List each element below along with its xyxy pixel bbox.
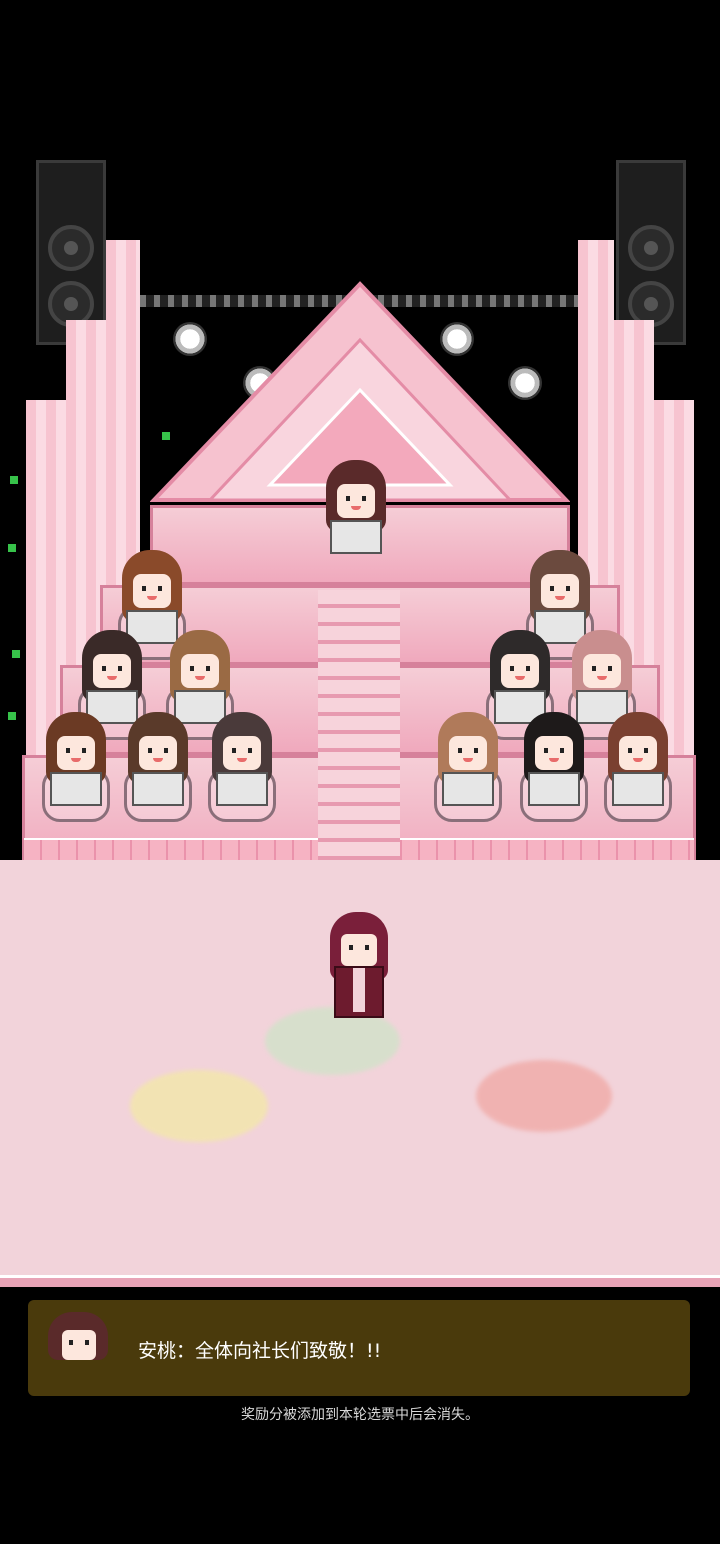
member-face bbox=[535, 736, 573, 770]
game-stage[interactable] bbox=[0, 0, 720, 1290]
right-speaker bbox=[616, 160, 686, 345]
idol-member[interactable] bbox=[36, 712, 116, 822]
member-face bbox=[57, 736, 95, 770]
left-speaker bbox=[36, 160, 106, 345]
avatar-face bbox=[62, 1330, 96, 1360]
dialog-box[interactable]: 安桃：全体向社长们致敬！!! bbox=[28, 1300, 690, 1396]
green-light-dot bbox=[8, 712, 16, 720]
green-light-dot bbox=[8, 544, 16, 552]
member-face bbox=[583, 654, 621, 688]
center-member-antao[interactable] bbox=[316, 460, 396, 570]
ceo-coat bbox=[334, 966, 384, 1018]
speaker-cone bbox=[628, 225, 674, 271]
member-face bbox=[223, 736, 261, 770]
member-face bbox=[449, 736, 487, 770]
idol-member[interactable] bbox=[428, 712, 508, 822]
speaker-avatar bbox=[44, 1312, 116, 1376]
green-light-dot bbox=[10, 476, 18, 484]
green-light-dot bbox=[12, 650, 20, 658]
member-face bbox=[181, 654, 219, 688]
member-body bbox=[330, 520, 382, 554]
reward-notice: 奖励分被添加到本轮选票中后会消失。 bbox=[241, 1407, 479, 1423]
member-face bbox=[337, 484, 375, 518]
dialog-text: 安桃：全体向社长们致敬！!! bbox=[138, 1340, 382, 1362]
idol-member[interactable] bbox=[118, 712, 198, 822]
member-body bbox=[50, 772, 102, 806]
member-body bbox=[612, 772, 664, 806]
floor-spotlight-yellow bbox=[130, 1070, 268, 1142]
member-face bbox=[619, 736, 657, 770]
member-face bbox=[501, 654, 539, 688]
member-body bbox=[216, 772, 268, 806]
member-face bbox=[541, 574, 579, 608]
center-stairs bbox=[318, 590, 400, 888]
floor-edge bbox=[0, 1275, 720, 1287]
idol-member[interactable] bbox=[202, 712, 282, 822]
member-body bbox=[442, 772, 494, 806]
member-body bbox=[528, 772, 580, 806]
green-light-dot bbox=[162, 432, 170, 440]
ceo-face bbox=[341, 934, 377, 966]
member-face bbox=[133, 574, 171, 608]
speaker-cone bbox=[48, 225, 94, 271]
member-face bbox=[93, 654, 131, 688]
idol-member[interactable] bbox=[514, 712, 594, 822]
member-face bbox=[139, 736, 177, 770]
idol-member[interactable] bbox=[598, 712, 678, 822]
member-body bbox=[132, 772, 184, 806]
player-ceo-character[interactable] bbox=[324, 912, 394, 1024]
floor-spotlight-red bbox=[476, 1060, 612, 1132]
